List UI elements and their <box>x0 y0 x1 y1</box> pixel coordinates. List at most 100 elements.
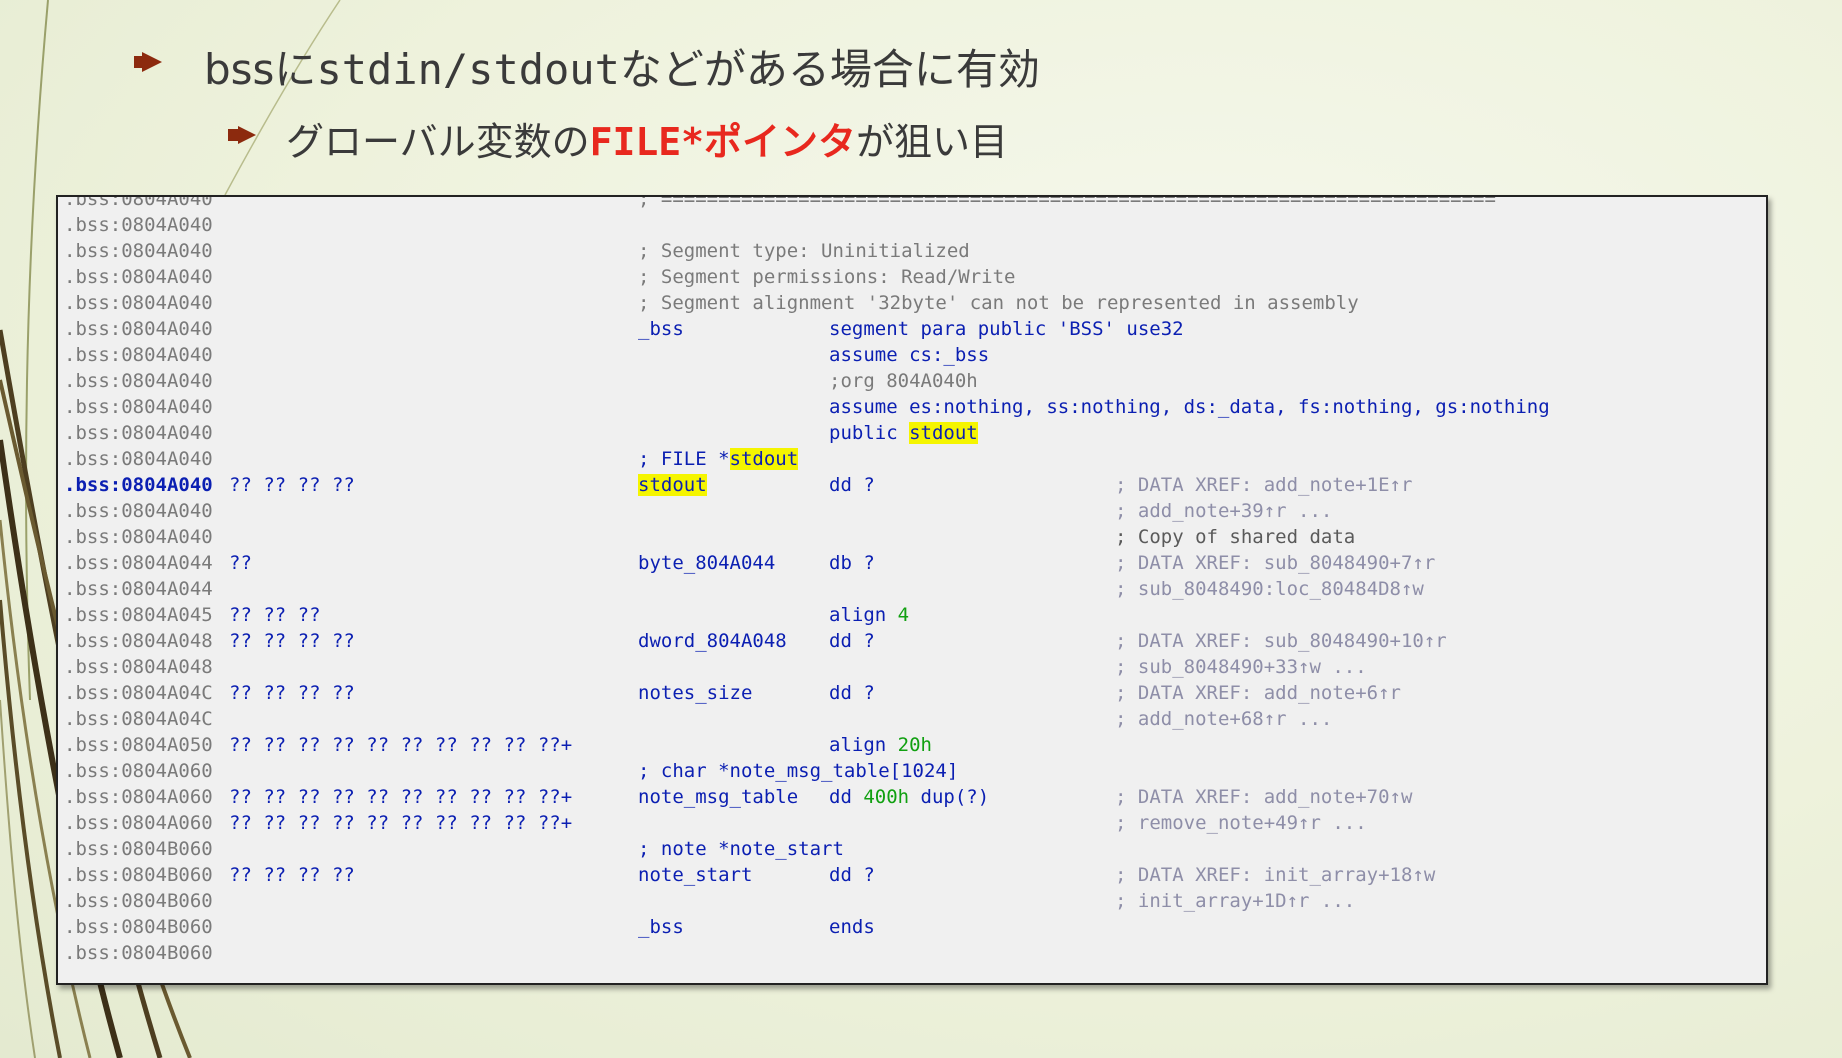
code-line[interactable]: .bss:0804A04C ; add_note+68↑r ... <box>58 708 1766 734</box>
code-line[interactable]: .bss:0804A048 ; sub_8048490+33↑w ... <box>58 656 1766 682</box>
line-instruction: ends <box>829 916 875 938</box>
bullet2-highlight-mono: FILE* <box>589 120 705 164</box>
line-address: .bss:0804B060 <box>64 890 213 912</box>
line-bytes: ?? ?? ?? ?? ?? ?? ?? ?? ?? ??+ <box>229 812 573 834</box>
code-line[interactable]: .bss:0804B060 ?? ?? ?? ?? note_start dd ? ; … <box>58 864 1766 890</box>
bullet-arrow-icon <box>228 126 256 144</box>
code-line[interactable]: .bss:0804B060 ; note *note_start <box>58 838 1766 864</box>
line-address: .bss:0804A048 <box>64 630 213 652</box>
xref-comment: ; remove_note+49↑r ... <box>1115 812 1367 834</box>
line-instruction: align 4 <box>829 604 910 626</box>
line-label: dword_804A048 <box>638 630 787 652</box>
line-instruction: dd ? <box>829 864 875 886</box>
line-address: .bss:0804A040 <box>64 370 213 392</box>
code-line[interactable]: .bss:0804A040 ; Segment type: Uninitializ… <box>58 240 1766 266</box>
line-instruction: align 20h <box>829 734 932 756</box>
line-instruction: dd ? <box>829 630 875 652</box>
line-instruction: public stdout <box>829 422 978 444</box>
code-line[interactable]: .bss:0804A040 ; Segment permissions: Read… <box>58 266 1766 292</box>
line-bytes: ?? ?? ?? <box>229 604 321 626</box>
xref-comment: ; add_note+39↑r ... <box>1115 500 1333 522</box>
line-comment: ; Segment permissions: Read/Write <box>638 266 1016 288</box>
line-address: .bss:0804A060 <box>64 760 213 782</box>
line-label: ; FILE *stdout <box>638 448 799 470</box>
line-instruction: ;org 804A040h <box>829 370 978 392</box>
code-line[interactable]: .bss:0804A040 ;org 804A040h <box>58 370 1766 396</box>
line-instruction: assume es:nothing, ss:nothing, ds:_data,… <box>829 396 1550 418</box>
line-label: notes_size <box>638 682 753 704</box>
code-line[interactable]: .bss:0804A040 _bss segment para public 'BS… <box>58 318 1766 344</box>
numeric-operand: 4 <box>897 604 910 626</box>
code-line[interactable]: .bss:0804A044 ; sub_8048490:loc_80484D8↑w <box>58 578 1766 604</box>
xref-comment: ; DATA XREF: add_note+6↑r <box>1115 682 1401 704</box>
code-line[interactable]: .bss:0804A040 ?? ?? ?? ?? stdout dd ? ; DATA… <box>58 474 1766 500</box>
code-line[interactable]: .bss:0804A060 ?? ?? ?? ?? ?? ?? ?? ?? ?? … <box>58 812 1766 838</box>
line-address: .bss:0804A040 <box>64 292 213 314</box>
line-address: .bss:0804A048 <box>64 656 213 678</box>
code-line[interactable]: .bss:0804B060 ; init_array+1D↑r ... <box>58 890 1766 916</box>
code-line[interactable]: .bss:0804A050 ?? ?? ?? ?? ?? ?? ?? ?? ?? … <box>58 734 1766 760</box>
line-bytes: ?? ?? ?? ?? ?? ?? ?? ?? ?? ??+ <box>229 734 573 756</box>
code-line[interactable]: .bss:0804A04C ?? ?? ?? ?? notes_size dd ? ; … <box>58 682 1766 708</box>
line-address: .bss:0804A040 <box>64 500 213 522</box>
xref-comment: ; DATA XREF: sub_8048490+7↑r <box>1115 552 1436 574</box>
line-address: .bss:0804A040 <box>64 448 213 470</box>
code-line[interactable]: .bss:0804A060 ; char *note_msg_table[1024… <box>58 760 1766 786</box>
line-address: .bss:0804A060 <box>64 812 213 834</box>
bullet1-mono: stdin/stdout <box>316 45 620 94</box>
line-address: .bss:0804A040 <box>64 318 213 340</box>
line-address: .bss:0804A044 <box>64 552 213 574</box>
line-address: .bss:0804A040 <box>64 422 213 444</box>
code-line[interactable]: .bss:0804A040 ; Segment alignment '32byte… <box>58 292 1766 318</box>
line-bytes: ?? ?? ?? ?? <box>229 682 355 704</box>
code-line[interactable]: .bss:0804B060 _bss ends <box>58 916 1766 942</box>
line-address: .bss:0804A040 <box>64 195 213 210</box>
bullet-arrow-icon <box>134 52 162 72</box>
line-label: _bss <box>638 916 684 938</box>
xref-comment: ; sub_8048490:loc_80484D8↑w <box>1115 578 1424 600</box>
bullet-text-level2: グローバル変数のFILE*ポインタが狙い目 <box>286 111 1008 166</box>
line-label: note_msg_table <box>638 786 799 808</box>
line-address: .bss:0804A040 <box>64 344 213 366</box>
code-line[interactable]: .bss:0804B060 <box>58 942 1766 968</box>
code-line[interactable]: .bss:0804A060 ?? ?? ?? ?? ?? ?? ?? ?? ?? … <box>58 786 1766 812</box>
bullet-text-level1: bssにstdin/stdoutなどがある場合に有効 <box>204 36 1040 97</box>
code-line[interactable]: .bss:0804A048 ?? ?? ?? ?? dword_804A048 dd … <box>58 630 1766 656</box>
xref-comment: ; DATA XREF: sub_8048490+10↑r <box>1115 630 1447 652</box>
bullet1-prefix: bssに <box>204 45 317 94</box>
line-bytes: ?? <box>229 552 252 574</box>
bullet1-suffix: などがある場合に有効 <box>619 45 1040 94</box>
line-label: _bss <box>638 318 684 340</box>
code-line[interactable]: .bss:0804A040 ; FILE *stdout <box>58 448 1766 474</box>
bullet2-prefix: グローバル変数の <box>286 120 590 164</box>
line-bytes: ?? ?? ?? ?? <box>229 630 355 652</box>
line-address: .bss:0804B060 <box>64 838 213 860</box>
highlighted-symbol: stdout <box>638 474 707 496</box>
code-line[interactable]: .bss:0804A040 assume cs:_bss <box>58 344 1766 370</box>
line-bytes: ?? ?? ?? ?? <box>229 864 355 886</box>
code-line[interactable]: .bss:0804A040 ; add_note+39↑r ... <box>58 500 1766 526</box>
line-address: .bss:0804A040 <box>64 396 213 418</box>
code-line[interactable]: .bss:0804A040 ; =========================… <box>58 195 1766 214</box>
bullet2-highlight-text: ポインタ <box>704 120 857 164</box>
line-label: byte_804A044 <box>638 552 776 574</box>
line-address: .bss:0804A040 <box>64 240 213 262</box>
highlighted-symbol: stdout <box>909 422 978 444</box>
code-line[interactable]: .bss:0804A045 ?? ?? ?? align 4 <box>58 604 1766 630</box>
code-line[interactable]: .bss:0804A040 assume es:nothing, ss:nothi… <box>58 396 1766 422</box>
code-line[interactable]: .bss:0804A040 public stdout <box>58 422 1766 448</box>
bullet2-suffix: が狙い目 <box>856 120 1009 164</box>
xref-comment: ; DATA XREF: init_array+18↑w <box>1115 864 1436 886</box>
line-comment: ; Segment alignment '32byte' can not be … <box>638 292 1359 314</box>
line-address: .bss:0804A040 <box>64 214 213 236</box>
code-line[interactable]: .bss:0804A040 ; Copy of shared data <box>58 526 1766 552</box>
code-line[interactable]: .bss:0804A040 <box>58 214 1766 240</box>
xref-comment: ; sub_8048490+33↑w ... <box>1115 656 1367 678</box>
numeric-operand: 400h <box>863 786 910 808</box>
code-line[interactable]: .bss:0804A044?? byte_804A044 db ? ; DATA XR… <box>58 552 1766 578</box>
line-bytes: ?? ?? ?? ?? ?? ?? ?? ?? ?? ??+ <box>229 786 573 808</box>
line-address: .bss:0804A040 <box>64 526 213 548</box>
disassembly-listing: .bss:0804A040 ; =========================… <box>56 195 1768 985</box>
line-label: ; note *note_start <box>638 838 844 860</box>
line-instruction: assume cs:_bss <box>829 344 990 366</box>
